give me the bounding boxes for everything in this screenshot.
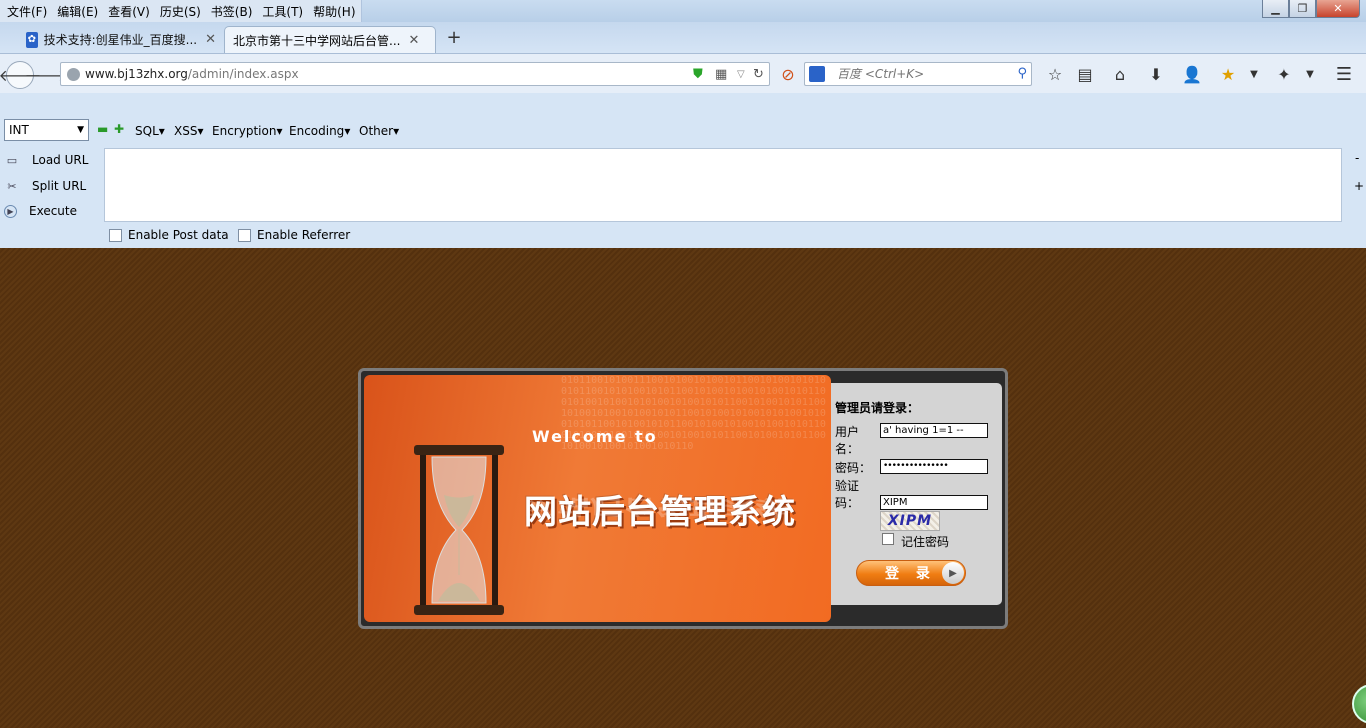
login-button-label: 登 录 — [885, 566, 936, 582]
captcha-label-line1: 验证 — [835, 479, 860, 493]
decrease-icon[interactable]: ▬ — [97, 122, 108, 136]
baidu-paw-icon: ✿ — [26, 31, 38, 48]
search-input[interactable] — [837, 67, 1007, 81]
addon-puzzle-icon[interactable]: ✦ — [1274, 64, 1294, 84]
menu-help[interactable]: 帮助(H) — [308, 3, 360, 20]
menu-other-label: Other — [359, 124, 394, 138]
close-window-icon[interactable]: ✕ — [1316, 0, 1360, 18]
username-input[interactable]: a' having 1=1 -- — [880, 423, 988, 438]
reading-list-icon[interactable]: ▤ — [1075, 64, 1095, 84]
load-url-icon: ▭ — [6, 153, 18, 167]
addon-ball-icon[interactable]: ⊘ — [778, 64, 798, 84]
menu-xss-label: XSS — [174, 124, 198, 138]
favorites-dropdown-icon[interactable]: ▼ — [1244, 64, 1264, 84]
reload-icon[interactable]: ↻ — [753, 67, 764, 82]
menu-file[interactable]: 文件(F) — [2, 3, 52, 20]
restore-icon[interactable]: ❐ — [1289, 0, 1316, 18]
url-path: /admin/index.aspx — [187, 67, 299, 81]
captcha-label-line2: 码： — [835, 496, 860, 510]
captcha-input[interactable]: XIPM — [880, 495, 988, 510]
tab-close-icon[interactable]: ✕ — [408, 33, 419, 48]
hackbar-panel: INT ▼ ▬ ✚ SQL▾ XSS▾ Encryption▾ Encoding… — [0, 93, 1366, 248]
shrink-button[interactable]: - — [1355, 151, 1359, 165]
execute-button[interactable]: ▶ Execute — [4, 204, 77, 218]
enable-referrer-label: Enable Referrer — [257, 228, 351, 242]
play-icon: ▶ — [4, 204, 17, 218]
split-url-button[interactable]: ✂ Split URL — [4, 178, 86, 194]
minimize-icon[interactable]: ▁ — [1262, 0, 1289, 18]
menu-encryption-label: Encryption — [212, 124, 277, 138]
navigation-bar: 🡐 🡒 www.bj13zhx.org/admin/index.aspx ⛊ ▦… — [0, 53, 1366, 93]
search-icon[interactable]: ⚲ — [1017, 66, 1027, 81]
split-url-label: Split URL — [32, 179, 87, 193]
play-arrow-icon: ▶ — [942, 562, 964, 584]
hourglass-icon — [414, 445, 504, 615]
bookmark-star-icon[interactable]: ☆ — [1045, 64, 1065, 84]
password-label: 密码： — [835, 461, 872, 475]
menu-encoding-label: Encoding — [289, 124, 345, 138]
tab-admin-login[interactable]: 北京市第十三中学网站后台管... ✕ — [224, 26, 436, 53]
menu-xss[interactable]: XSS▾ — [174, 124, 204, 138]
username-label-line2: 名： — [835, 442, 860, 456]
scissors-icon: ✂ — [7, 179, 17, 193]
load-url-button[interactable]: ▭ Load URL — [4, 152, 89, 168]
qr-code-icon[interactable]: ▦ — [715, 67, 727, 82]
addon-dropdown-icon[interactable]: ▼ — [1300, 64, 1320, 84]
remember-password-label: 记住密码 — [901, 535, 950, 549]
captcha-image[interactable]: XIPM — [880, 511, 940, 531]
username-label-line1: 用户 — [835, 425, 860, 439]
url-textarea[interactable] — [104, 148, 1342, 222]
menu-other[interactable]: Other▾ — [359, 124, 399, 138]
login-banner-image: 0101100101001110010100101001011001010010… — [364, 375, 831, 622]
menu-encoding[interactable]: Encoding▾ — [289, 124, 350, 138]
account-icon[interactable]: 👤 — [1182, 64, 1202, 84]
download-icon[interactable]: ⬇ — [1146, 64, 1166, 84]
dropdown-arrow-icon[interactable]: ▽ — [737, 69, 745, 80]
increase-icon[interactable]: ✚ — [114, 122, 124, 136]
banner-title-reflection: 网站后台管理系统 — [524, 495, 788, 519]
load-url-label: Load URL — [32, 153, 89, 167]
new-tab-plus-icon[interactable]: + — [444, 27, 464, 48]
remember-password-checkbox[interactable] — [882, 533, 894, 545]
url-host: www.bj13zhx.org — [85, 67, 188, 81]
chevron-down-icon: ▼ — [77, 125, 84, 135]
checkbox-box[interactable] — [109, 228, 122, 242]
favorites-icon[interactable]: ★ — [1218, 64, 1238, 84]
login-button[interactable]: 登 录 ▶ — [856, 560, 966, 586]
menu-sql[interactable]: SQL▾ — [135, 124, 165, 138]
enable-referrer-checkbox[interactable]: Enable Referrer — [238, 228, 350, 242]
type-select[interactable]: INT ▼ — [4, 119, 89, 141]
enable-post-label: Enable Post data — [128, 228, 229, 242]
tab-baidu-search[interactable]: ✿ 技术支持:创星伟业_百度搜... ✕ — [18, 26, 224, 53]
expand-button[interactable]: + — [1354, 179, 1364, 193]
tab-label: 北京市第十三中学网站后台管... — [233, 33, 401, 48]
forward-arrow-icon[interactable]: 🡒 — [25, 64, 68, 86]
shield-icon[interactable]: ⛊ — [693, 67, 703, 82]
enable-post-checkbox[interactable]: Enable Post data — [109, 228, 229, 242]
hamburger-menu-icon[interactable]: ☰ — [1334, 64, 1354, 85]
login-heading: 管理员请登录： — [835, 401, 920, 415]
checkbox-box[interactable] — [238, 228, 251, 242]
tab-strip: ✿ 技术支持:创星伟业_百度搜... ✕ 北京市第十三中学网站后台管... ✕ — [0, 22, 1366, 53]
menu-tools[interactable]: 工具(T) — [257, 3, 308, 20]
menu-sql-label: SQL — [135, 124, 159, 138]
menu-edit[interactable]: 编辑(E) — [52, 3, 103, 20]
baidu-engine-icon[interactable] — [809, 66, 825, 82]
menu-bookmarks[interactable]: 书签(B) — [206, 3, 258, 20]
tab-label: 技术支持:创星伟业_百度搜... — [43, 33, 198, 47]
type-select-value: INT — [9, 123, 29, 137]
menu-encryption[interactable]: Encryption▾ — [212, 124, 282, 138]
execute-label: Execute — [29, 204, 77, 218]
url-bar[interactable]: www.bj13zhx.org/admin/index.aspx ⛊ ▦ ▽ ↻ — [60, 62, 770, 86]
globe-icon — [67, 67, 80, 81]
menu-bar: 文件(F) 编辑(E) 查看(V) 历史(S) 书签(B) 工具(T) 帮助(H… — [0, 0, 362, 22]
password-input[interactable]: ••••••••••••••• — [880, 459, 988, 474]
home-icon[interactable]: ⌂ — [1110, 64, 1130, 84]
menu-history[interactable]: 历史(S) — [155, 3, 206, 20]
search-bar[interactable]: ⚲ — [804, 62, 1032, 86]
window-controls: ▁ ❐ ✕ — [1262, 0, 1360, 18]
banner-welcome-text: Welcome to — [532, 427, 658, 446]
tab-close-icon[interactable]: ✕ — [205, 32, 216, 47]
menu-view[interactable]: 查看(V) — [103, 3, 155, 20]
